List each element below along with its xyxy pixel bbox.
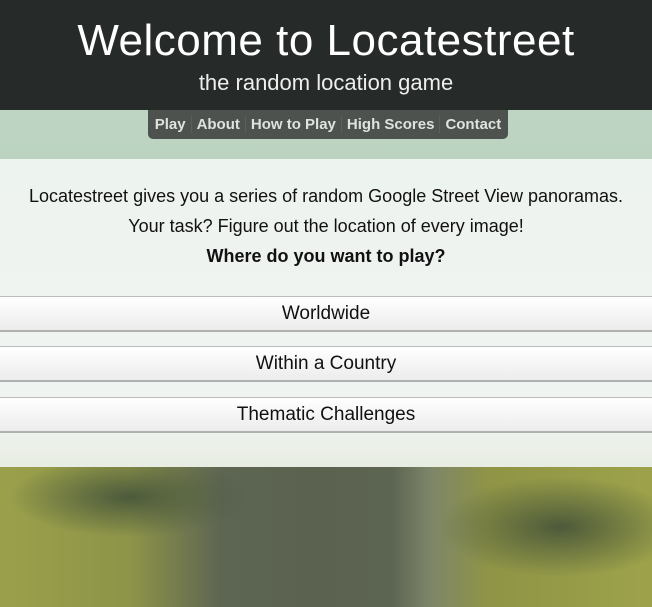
intro-question: Where do you want to play?	[206, 246, 446, 266]
nav-high-scores[interactable]: High Scores	[342, 116, 441, 133]
site-header: Welcome to Locatestreet the random locat…	[0, 0, 652, 110]
main-nav: Play About How to Play High Scores Conta…	[148, 110, 508, 139]
nav-contact[interactable]: Contact	[440, 116, 506, 133]
intro-line-2: Your task? Figure out the location of ev…	[128, 216, 524, 236]
intro-text: Locatestreet gives you a series of rando…	[0, 159, 652, 271]
worldwide-button[interactable]: Worldwide	[0, 296, 652, 332]
background-road-image	[0, 467, 652, 607]
within-country-button[interactable]: Within a Country	[0, 346, 652, 382]
intro-line-1: Locatestreet gives you a series of rando…	[29, 186, 623, 206]
nav-about[interactable]: About	[192, 116, 246, 133]
thematic-challenges-button[interactable]: Thematic Challenges	[0, 397, 652, 433]
nav-how-to-play[interactable]: How to Play	[246, 116, 342, 133]
nav-play[interactable]: Play	[150, 116, 192, 133]
site-subtitle: the random location game	[198, 70, 454, 95]
site-title: Welcome to Locatestreet	[77, 16, 575, 65]
